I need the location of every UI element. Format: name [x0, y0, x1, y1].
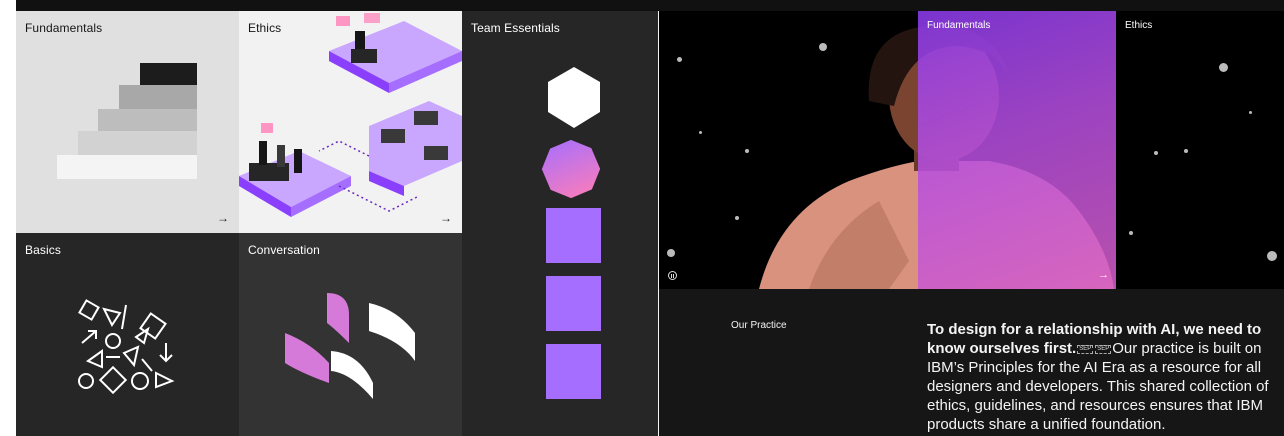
practice-section: Our Practice To design for a relationshi…: [659, 289, 1284, 436]
shapes-illustration: [541, 67, 601, 399]
speech-bubbles-illustration: [285, 293, 415, 399]
scattered-shapes-illustration: [78, 299, 175, 395]
arrow-right-icon[interactable]: →: [1098, 269, 1109, 281]
practice-label: Our Practice: [731, 320, 787, 331]
hero-ethics-label[interactable]: Ethics: [1125, 20, 1152, 31]
tile-conversation[interactable]: Conversation: [239, 233, 462, 436]
tile-basics[interactable]: Basics: [16, 233, 239, 436]
arrow-right-icon[interactable]: →: [217, 211, 229, 225]
purple-overlay: [918, 11, 1116, 289]
hero-image-panel: Fundamentals Ethics →: [659, 11, 1284, 289]
isometric-office-illustration: [239, 13, 462, 217]
pause-icon[interactable]: [668, 271, 677, 280]
arrow-right-icon[interactable]: →: [440, 211, 452, 225]
tile-team-essentials[interactable]: Team Essentials: [462, 11, 658, 436]
tile-ethics[interactable]: Ethics →: [239, 11, 462, 233]
tile-fundamentals-label: Fundamentals: [25, 21, 103, 35]
hero-fundamentals-label[interactable]: Fundamentals: [927, 20, 990, 31]
sep-marker: SEP: [1095, 344, 1112, 354]
sep-marker: SEP: [1077, 344, 1094, 354]
practice-paragraph: To design for a relationship with AI, we…: [927, 320, 1284, 434]
top-bar: [0, 0, 1284, 11]
left-edge: [0, 0, 16, 436]
tile-fundamentals[interactable]: Fundamentals →: [16, 11, 239, 233]
